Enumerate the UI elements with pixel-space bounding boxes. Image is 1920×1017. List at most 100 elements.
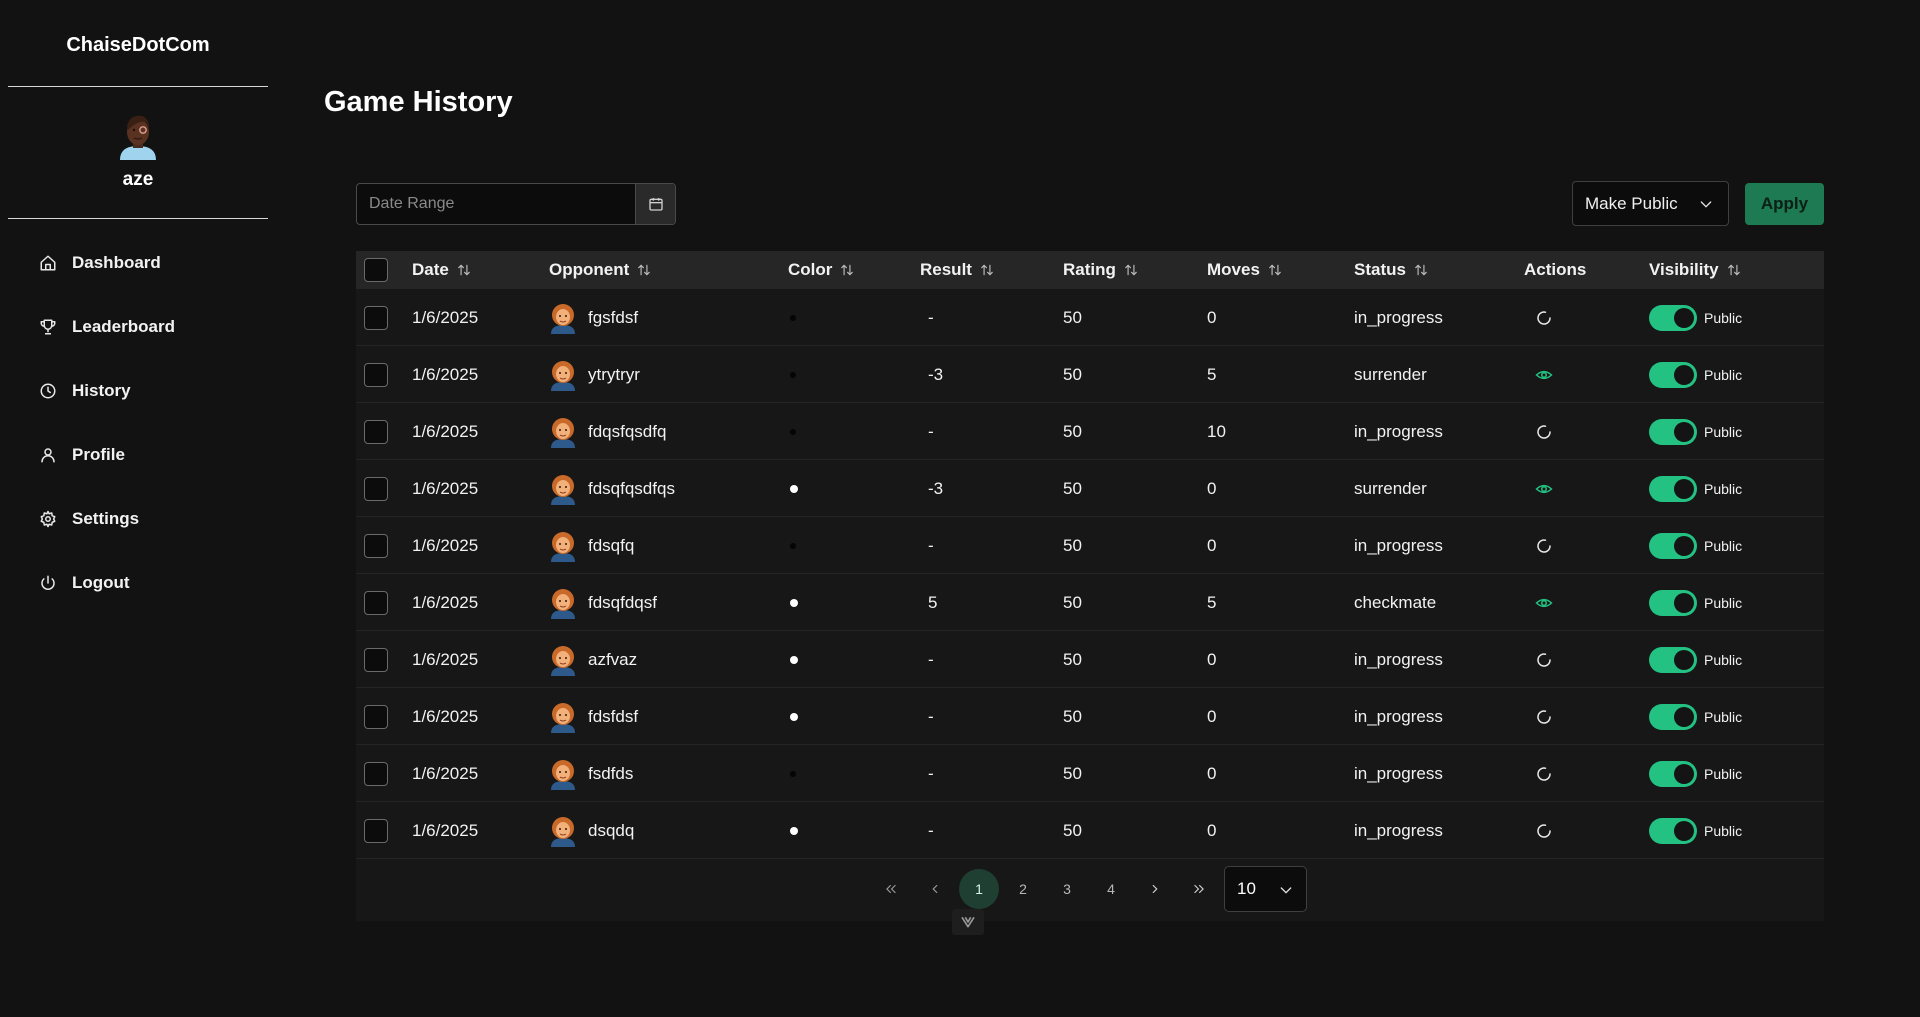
row-checkbox[interactable] (364, 761, 388, 786)
sidebar-item-logout[interactable]: Logout (0, 563, 276, 603)
opponent-cell[interactable]: fdsqfqsdfqs (549, 460, 675, 517)
view-game-eye-icon[interactable] (1535, 480, 1553, 498)
sidebar-item-leaderboard[interactable]: Leaderboard (0, 307, 276, 347)
loading-icon[interactable] (1535, 765, 1553, 783)
last-page-button[interactable] (1179, 869, 1219, 909)
loading-icon[interactable] (1535, 708, 1553, 726)
row-checkbox[interactable] (364, 818, 388, 843)
actions-cell (1535, 688, 1553, 745)
column-header-status[interactable]: Status (1354, 251, 1428, 289)
next-page-button[interactable] (1135, 869, 1175, 909)
status-cell: in_progress (1354, 706, 1443, 726)
visibility-toggle[interactable] (1649, 475, 1697, 502)
sort-icon (840, 263, 854, 277)
opponent-cell[interactable]: fdsfdsf (549, 688, 638, 745)
dropdown-toggle-handle[interactable] (952, 909, 984, 935)
date-range-input[interactable] (357, 184, 635, 224)
opponent-cell[interactable]: ytrytryr (549, 346, 640, 403)
sidebar-item-label: Leaderboard (72, 317, 175, 336)
visibility-cell: Public (1649, 631, 1742, 688)
row-checkbox[interactable] (364, 476, 388, 501)
page-button-2[interactable]: 2 (1003, 869, 1043, 909)
prev-page-button[interactable] (915, 869, 955, 909)
date-cell: 1/6/2025 (412, 820, 479, 840)
row-checkbox[interactable] (364, 590, 388, 615)
sidebar-item-label: Dashboard (72, 253, 161, 272)
visibility-toggle[interactable] (1649, 703, 1697, 730)
visibility-toggle[interactable] (1649, 646, 1697, 673)
first-page-button[interactable] (871, 869, 911, 909)
column-header-moves[interactable]: Moves (1207, 251, 1282, 289)
opponent-name: fdqsfqsdfq (588, 421, 667, 441)
select-all-checkbox[interactable] (364, 258, 388, 282)
row-checkbox[interactable] (364, 647, 388, 672)
column-header-opponent[interactable]: Opponent (549, 251, 651, 289)
toggle-knob (1674, 535, 1694, 556)
row-checkbox[interactable] (364, 305, 388, 330)
visibility-toggle[interactable] (1649, 589, 1697, 616)
calendar-icon[interactable] (635, 184, 675, 224)
rows-per-page-select[interactable]: 10 (1224, 866, 1307, 912)
opponent-cell[interactable]: dsqdq (549, 802, 634, 859)
sidebar-item-profile[interactable]: Profile (0, 435, 276, 475)
user-avatar[interactable] (116, 112, 160, 160)
sort-icon (1124, 263, 1138, 277)
rating-cell: 50 (1063, 478, 1082, 498)
color-black-dot (790, 770, 796, 777)
opponent-avatar (551, 303, 575, 334)
toggle-knob (1674, 364, 1694, 385)
visibility-toggle[interactable] (1649, 304, 1697, 331)
date-range-picker[interactable] (356, 183, 676, 225)
view-game-eye-icon[interactable] (1535, 594, 1553, 612)
actions-cell (1535, 289, 1553, 346)
visibility-toggle[interactable] (1649, 532, 1697, 559)
visibility-label: Public (1704, 537, 1743, 554)
sidebar-item-history[interactable]: History (0, 371, 276, 411)
visibility-label: Public (1704, 309, 1743, 326)
user-icon (38, 445, 58, 465)
visibility-toggle[interactable] (1649, 760, 1697, 787)
chevron-down-icon (1278, 882, 1294, 903)
opponent-cell[interactable]: fdsqfdqsf (549, 574, 657, 631)
visibility-toggle[interactable] (1649, 817, 1697, 844)
visibility-toggle[interactable] (1649, 418, 1697, 445)
row-checkbox[interactable] (364, 533, 388, 558)
loading-icon[interactable] (1535, 309, 1553, 327)
visibility-action-select[interactable]: Make Public (1572, 181, 1729, 226)
opponent-cell[interactable]: fdsqfq (549, 517, 634, 574)
page-button-1[interactable]: 1 (959, 869, 999, 909)
column-header-label: Opponent (549, 260, 630, 279)
sort-icon (980, 263, 994, 277)
date-cell: 1/6/2025 (412, 706, 479, 726)
result-cell: - (928, 763, 934, 783)
actions-cell (1535, 346, 1553, 403)
result-cell: - (928, 421, 934, 441)
view-game-eye-icon[interactable] (1535, 366, 1553, 384)
visibility-toggle[interactable] (1649, 361, 1697, 388)
column-header-rating[interactable]: Rating (1063, 251, 1138, 289)
opponent-cell[interactable]: azfvaz (549, 631, 637, 688)
page-button-3[interactable]: 3 (1047, 869, 1087, 909)
opponent-cell[interactable]: fsdfds (549, 745, 633, 802)
page-button-4[interactable]: 4 (1091, 869, 1131, 909)
loading-icon[interactable] (1535, 822, 1553, 840)
apply-button[interactable]: Apply (1745, 183, 1824, 225)
loading-icon[interactable] (1535, 537, 1553, 555)
row-checkbox[interactable] (364, 704, 388, 729)
column-header-color[interactable]: Color (788, 251, 854, 289)
row-checkbox[interactable] (364, 419, 388, 444)
row-select-cell (364, 289, 388, 346)
row-checkbox[interactable] (364, 362, 388, 387)
opponent-cell[interactable]: fdqsfqsdfq (549, 403, 666, 460)
column-header-visibility[interactable]: Visibility (1649, 251, 1741, 289)
table-row: 1/6/2025 ytrytryr -3 50 5 surrender Public (356, 346, 1824, 403)
sidebar-divider (8, 218, 268, 219)
column-header-date[interactable]: Date (412, 251, 471, 289)
loading-icon[interactable] (1535, 651, 1553, 669)
loading-icon[interactable] (1535, 423, 1553, 441)
opponent-cell[interactable]: fgsfdsf (549, 289, 638, 346)
column-header-result[interactable]: Result (920, 251, 994, 289)
table-row: 1/6/2025 fgsfdsf - 50 0 in_progress Public (356, 289, 1824, 346)
sidebar-item-dashboard[interactable]: Dashboard (0, 243, 276, 283)
sidebar-item-settings[interactable]: Settings (0, 499, 276, 539)
